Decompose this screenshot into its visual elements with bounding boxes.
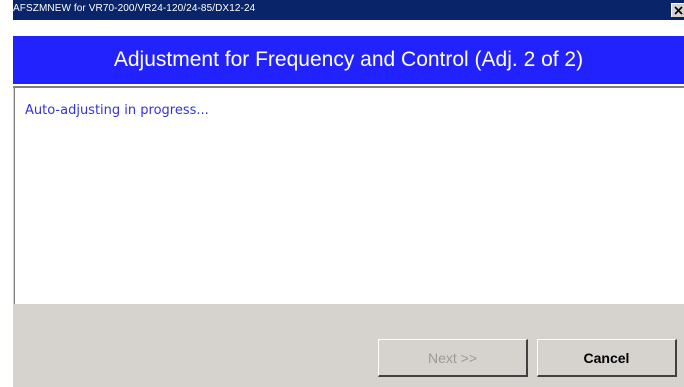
- header-banner: Adjustment for Frequency and Control (Ad…: [13, 36, 684, 84]
- content-panel: Auto-adjusting in progress...: [14, 88, 684, 304]
- next-button[interactable]: Next >>: [378, 339, 528, 377]
- title-bar[interactable]: AFSZMNEW for VR70-200/VR24-120/24-85/DX1…: [0, 0, 684, 20]
- close-button[interactable]: [671, 3, 684, 17]
- dialog-window: AFSZMNEW for VR70-200/VR24-120/24-85/DX1…: [0, 0, 684, 387]
- cancel-button[interactable]: Cancel: [537, 339, 677, 377]
- status-text: Auto-adjusting in progress...: [25, 103, 209, 118]
- window-title: AFSZMNEW for VR70-200/VR24-120/24-85/DX1…: [13, 3, 256, 14]
- left-border: [0, 0, 13, 387]
- page-title: Adjustment for Frequency and Control (Ad…: [113, 48, 584, 71]
- close-icon: [673, 6, 683, 15]
